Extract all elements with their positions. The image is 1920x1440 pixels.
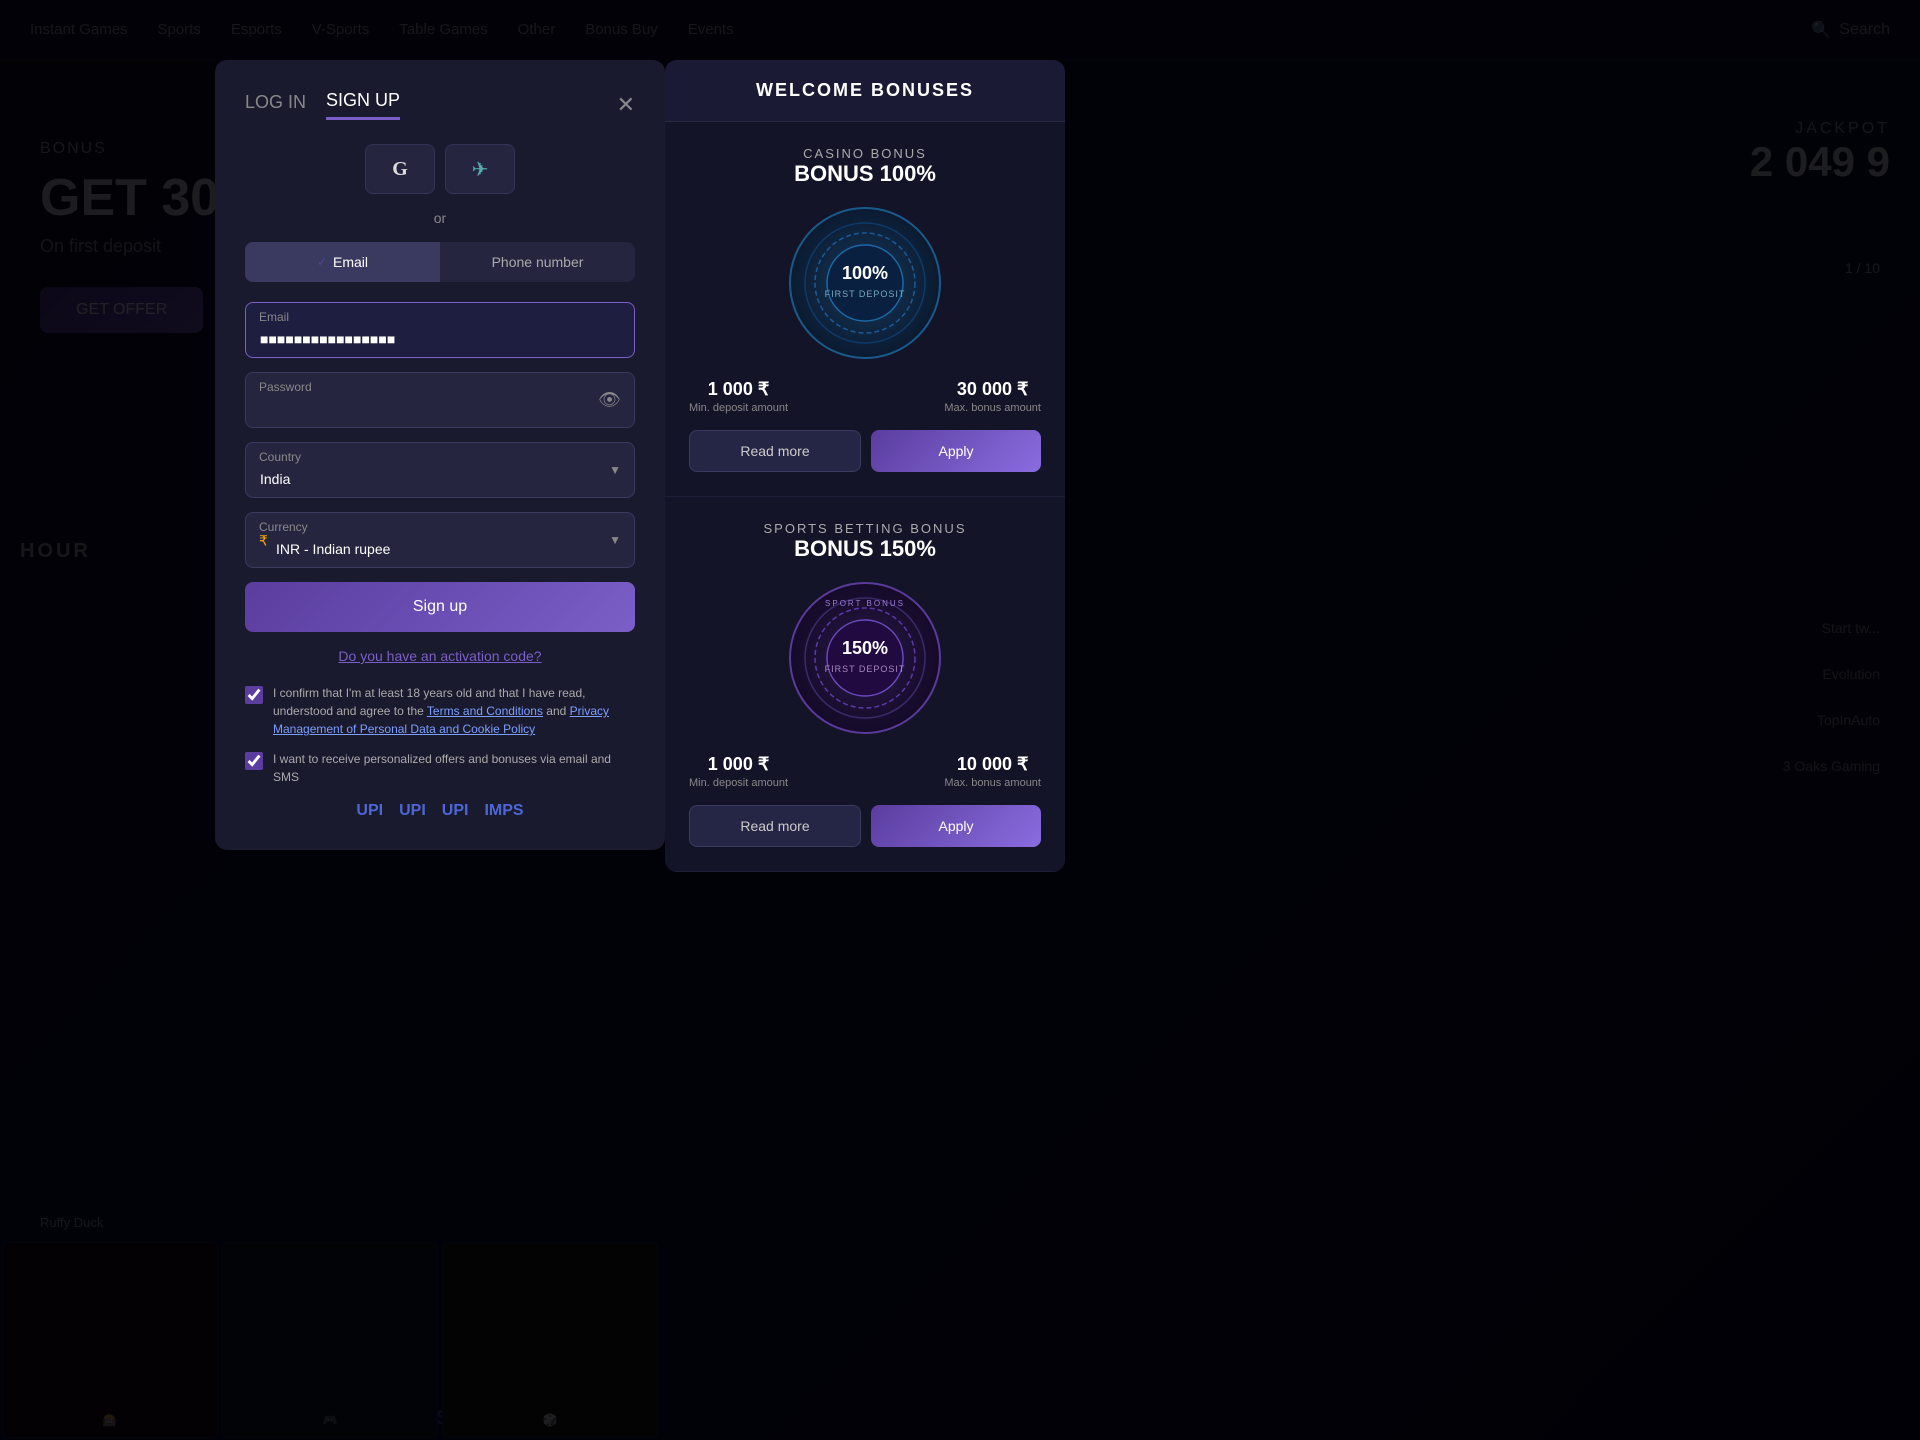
casino-bonus-main-title: BONUS 100% [689, 161, 1041, 187]
svg-text:FIRST DEPOSIT: FIRST DEPOSIT [825, 664, 906, 674]
sports-bonus-title: SPORTS BETTING BONUS BONUS 150% [689, 521, 1041, 562]
casino-bonus-circle: 100% FIRST DEPOSIT [785, 203, 945, 363]
social-buttons: G ✈ [245, 144, 635, 194]
country-field-group: Country India ▼ [245, 442, 635, 498]
or-divider: or [245, 210, 635, 226]
payment-upi-2: UPI [399, 802, 426, 820]
terms-checkbox[interactable] [245, 686, 263, 704]
google-login-button[interactable]: G [365, 144, 435, 194]
method-tabs: Email Phone number [245, 242, 635, 282]
method-email-tab[interactable]: Email [245, 242, 440, 282]
casino-min-label: Min. deposit amount [689, 402, 788, 414]
payment-logos: UPI UPI UPI IMPS [245, 802, 635, 820]
telegram-icon: ✈ [472, 157, 489, 182]
password-toggle-icon[interactable]: 👁 [598, 390, 621, 411]
password-label: Password [259, 380, 312, 394]
country-label: Country [259, 450, 301, 464]
sports-min-deposit: 1 000 ₹ Min. deposit amount [689, 754, 788, 789]
email-label: Email [259, 310, 289, 324]
casino-max-label: Max. bonus amount [944, 402, 1041, 414]
email-field-group: Email [245, 302, 635, 358]
svg-text:100%: 100% [842, 263, 888, 283]
offers-text: I want to receive personalized offers an… [273, 750, 635, 786]
signup-button[interactable]: Sign up [245, 582, 635, 632]
sports-min-amount: 1 000 ₹ [689, 754, 788, 775]
casino-bonus-card: CASINO BONUS BONUS 100% 100% FIRST DEPOS… [665, 122, 1065, 497]
close-button[interactable]: ✕ [617, 92, 635, 118]
payment-upi-1: UPI [356, 802, 383, 820]
country-dropdown-icon: ▼ [609, 463, 621, 477]
offers-checkbox[interactable] [245, 752, 263, 770]
offers-checkbox-group: I want to receive personalized offers an… [245, 750, 635, 786]
casino-bonus-title: CASINO BONUS BONUS 100% [689, 146, 1041, 187]
casino-apply-button[interactable]: Apply [871, 430, 1041, 472]
terms-checkbox-group: I confirm that I'm at least 18 years old… [245, 684, 635, 738]
tab-login[interactable]: LOG IN [245, 92, 306, 119]
modal-tabs: LOG IN SIGN UP ✕ [245, 90, 635, 120]
payment-upi-3: UPI [442, 802, 469, 820]
google-icon: G [392, 158, 408, 181]
casino-bonus-actions: Read more Apply [689, 430, 1041, 472]
signup-modal: LOG IN SIGN UP ✕ G ✈ or Email Phone numb… [215, 60, 665, 850]
sports-bonus-actions: Read more Apply [689, 805, 1041, 847]
casino-bonus-amounts: 1 000 ₹ Min. deposit amount 30 000 ₹ Max… [689, 379, 1041, 414]
bonuses-header: WELCOME BONUSES [665, 60, 1065, 122]
sports-bonus-circle: 150% FIRST DEPOSIT SPORT BONUS [785, 578, 945, 738]
tab-signup[interactable]: SIGN UP [326, 90, 400, 120]
svg-text:FIRST DEPOSIT: FIRST DEPOSIT [825, 289, 906, 299]
currency-rupee-icon: ₹ [259, 533, 268, 550]
sports-bonus-main-title: BONUS 150% [689, 536, 1041, 562]
terms-text: I confirm that I'm at least 18 years old… [273, 684, 635, 738]
sports-bonus-amounts: 1 000 ₹ Min. deposit amount 10 000 ₹ Max… [689, 754, 1041, 789]
country-select[interactable]: India [245, 442, 635, 498]
sports-apply-button[interactable]: Apply [871, 805, 1041, 847]
sports-max-label: Max. bonus amount [944, 777, 1041, 789]
casino-max-bonus: 30 000 ₹ Max. bonus amount [944, 379, 1041, 414]
sports-max-amount: 10 000 ₹ [944, 754, 1041, 775]
sports-bonus-card: SPORTS BETTING BONUS BONUS 150% 150% FIR… [665, 497, 1065, 872]
casino-min-amount: 1 000 ₹ [689, 379, 788, 400]
casino-read-more-button[interactable]: Read more [689, 430, 861, 472]
casino-bonus-subtitle: CASINO BONUS [689, 146, 1041, 161]
email-input[interactable] [245, 302, 635, 358]
svg-text:SPORT BONUS: SPORT BONUS [825, 599, 905, 608]
payment-imps: IMPS [484, 802, 523, 820]
svg-text:150%: 150% [842, 638, 888, 658]
sports-bonus-subtitle: SPORTS BETTING BONUS [689, 521, 1041, 536]
method-phone-tab[interactable]: Phone number [440, 242, 635, 282]
sports-max-bonus: 10 000 ₹ Max. bonus amount [944, 754, 1041, 789]
activation-code-link[interactable]: Do you have an activation code? [245, 648, 635, 664]
terms-link[interactable]: Terms and Conditions [427, 704, 543, 718]
casino-max-amount: 30 000 ₹ [944, 379, 1041, 400]
currency-dropdown-icon: ▼ [609, 533, 621, 547]
currency-field-group: Currency ₹ INR - Indian rupee ▼ [245, 512, 635, 568]
sports-min-label: Min. deposit amount [689, 777, 788, 789]
bonuses-panel: WELCOME BONUSES CASINO BONUS BONUS 100% … [665, 60, 1065, 872]
sports-read-more-button[interactable]: Read more [689, 805, 861, 847]
casino-min-deposit: 1 000 ₹ Min. deposit amount [689, 379, 788, 414]
password-field-group: Password 👁 [245, 372, 635, 428]
telegram-login-button[interactable]: ✈ [445, 144, 515, 194]
